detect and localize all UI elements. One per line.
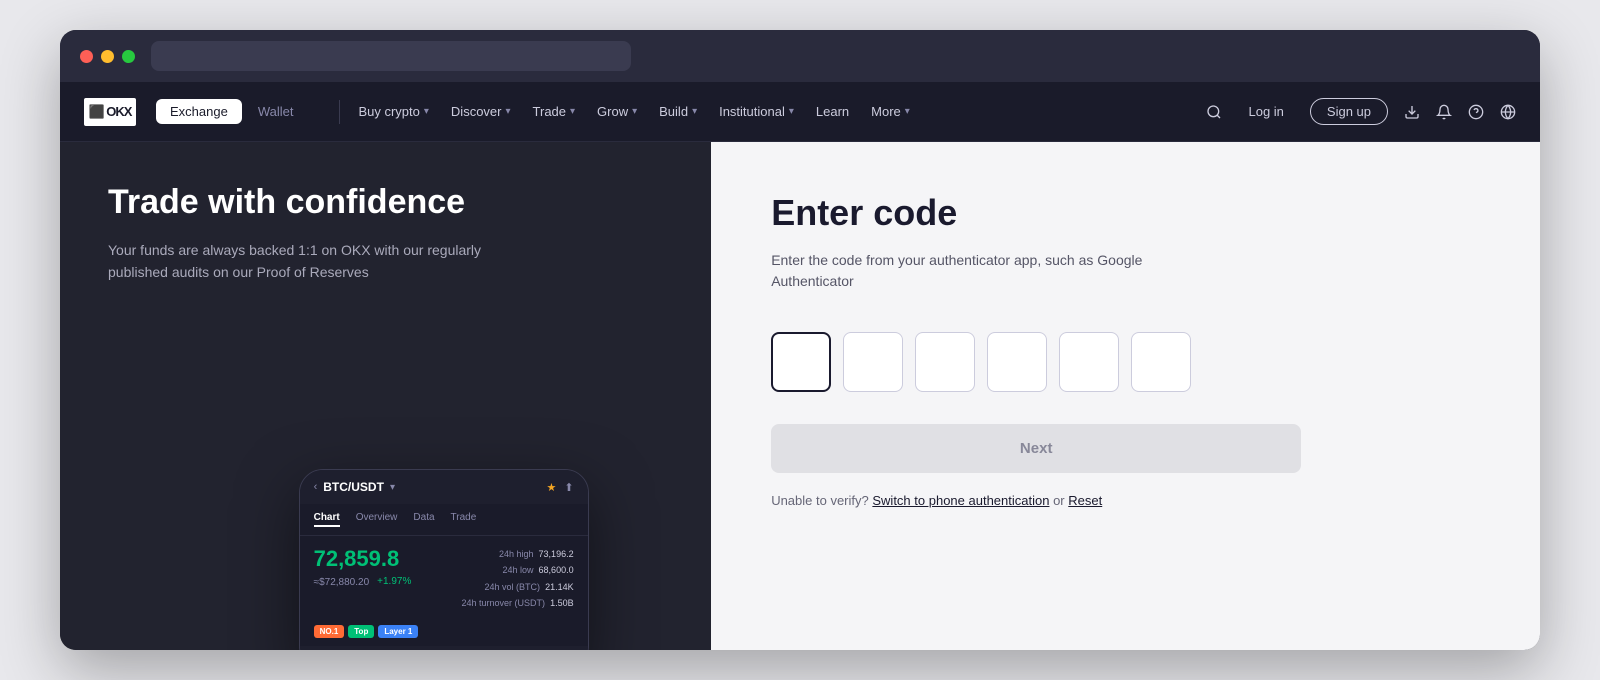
- phone-tabs: Chart Overview Data Trade: [300, 504, 588, 536]
- nav-tabs: Exchange Wallet: [156, 99, 307, 124]
- chevron-down-icon: ▾: [905, 106, 910, 117]
- phone-header: ‹ BTC/USDT ▾ ★ ⬆: [300, 470, 588, 504]
- traffic-light-yellow[interactable]: [101, 50, 114, 63]
- code-digit-1[interactable]: [771, 332, 831, 392]
- tab-wallet[interactable]: Wallet: [244, 99, 308, 124]
- chevron-down-icon: ▾: [789, 106, 794, 117]
- signup-button[interactable]: Sign up: [1310, 98, 1388, 125]
- tag-top: Top: [348, 625, 374, 638]
- verify-text: Unable to verify? Switch to phone authen…: [771, 493, 1480, 508]
- hero-title: Trade with confidence: [108, 182, 663, 223]
- enter-code-title: Enter code: [771, 192, 1480, 234]
- share-icon: ⬆: [564, 481, 573, 494]
- logo[interactable]: ⬛ OKX: [84, 98, 136, 126]
- price-change: +1.97%: [377, 576, 411, 587]
- browser-window: ⬛ OKX Exchange Wallet Buy crypto ▾ Disco…: [60, 30, 1540, 650]
- code-digit-6[interactable]: [1131, 332, 1191, 392]
- big-price: 72,859.8: [314, 546, 412, 572]
- chevron-down-icon: ▾: [570, 106, 575, 117]
- phone-tab-data[interactable]: Data: [413, 512, 434, 527]
- logo-text: ⬛ OKX: [89, 104, 132, 120]
- next-button[interactable]: Next: [771, 424, 1301, 473]
- nav-buy-crypto[interactable]: Buy crypto ▾: [348, 98, 438, 125]
- phone-bottom-bar: 15m 1h 4h 1D More ▾ Indicators ▾: [300, 646, 588, 650]
- nav-divider: [339, 100, 340, 124]
- code-inputs: [771, 332, 1480, 392]
- code-digit-4[interactable]: [987, 332, 1047, 392]
- code-digit-2[interactable]: [843, 332, 903, 392]
- nav-learn[interactable]: Learn: [806, 98, 859, 125]
- switch-to-phone-link[interactable]: Switch to phone authentication: [872, 493, 1049, 508]
- phone-tags: NO.1 Top Layer 1: [300, 621, 588, 646]
- traffic-light-green[interactable]: [122, 50, 135, 63]
- nav-build[interactable]: Build ▾: [649, 98, 707, 125]
- search-icon[interactable]: [1206, 104, 1222, 120]
- price-usd: ≈$72,880.20: [314, 577, 370, 588]
- phone-tab-trade[interactable]: Trade: [451, 512, 477, 527]
- tag-layer1: Layer 1: [378, 625, 418, 638]
- nav-institutional[interactable]: Institutional ▾: [709, 98, 804, 125]
- login-button[interactable]: Log in: [1238, 98, 1293, 125]
- logo-box: ⬛ OKX: [84, 98, 136, 126]
- browser-chrome: [60, 30, 1540, 82]
- nav-discover[interactable]: Discover ▾: [441, 98, 521, 125]
- phone-tab-overview[interactable]: Overview: [356, 512, 398, 527]
- star-icon: ★: [547, 481, 557, 494]
- phone-icons: ★ ⬆: [547, 481, 574, 494]
- right-panel: Enter code Enter the code from your auth…: [711, 142, 1540, 650]
- nav-menu: Buy crypto ▾ Discover ▾ Trade ▾ Grow ▾ B…: [348, 98, 1206, 125]
- address-bar[interactable]: [151, 41, 631, 71]
- tag-no1: NO.1: [314, 625, 345, 638]
- hero-subtitle: Your funds are always backed 1:1 on OKX …: [108, 239, 488, 284]
- split-content: Trade with confidence Your funds are alw…: [60, 142, 1540, 650]
- enter-code-description: Enter the code from your authenticator a…: [771, 250, 1211, 292]
- code-digit-3[interactable]: [915, 332, 975, 392]
- phone-tab-chart[interactable]: Chart: [314, 512, 340, 527]
- nav-actions: Log in Sign up: [1206, 98, 1516, 125]
- nav-grow[interactable]: Grow ▾: [587, 98, 647, 125]
- reset-link[interactable]: Reset: [1068, 493, 1102, 508]
- chevron-down-icon: ▾: [692, 106, 697, 117]
- nav-trade[interactable]: Trade ▾: [523, 98, 586, 125]
- nav-more[interactable]: More ▾: [861, 98, 920, 125]
- bell-icon[interactable]: [1436, 104, 1452, 120]
- navbar: ⬛ OKX Exchange Wallet Buy crypto ▾ Disco…: [60, 82, 1540, 142]
- download-icon[interactable]: [1404, 104, 1420, 120]
- phone-container: ‹ BTC/USDT ▾ ★ ⬆ Chart O: [299, 469, 589, 650]
- left-panel: Trade with confidence Your funds are alw…: [60, 142, 711, 650]
- chevron-down-icon: ▾: [424, 106, 429, 117]
- phone-mockup: ‹ BTC/USDT ▾ ★ ⬆ Chart O: [299, 469, 589, 650]
- traffic-light-red[interactable]: [80, 50, 93, 63]
- tab-exchange[interactable]: Exchange: [156, 99, 242, 124]
- globe-icon[interactable]: [1500, 104, 1516, 120]
- phone-price-area: 72,859.8 ≈$72,880.20 +1.97% 24h high 73,…: [300, 536, 588, 621]
- price-stats: 24h high 73,196.2 24h low 68,600.0 24h v…: [462, 546, 574, 611]
- help-icon[interactable]: [1468, 104, 1484, 120]
- pair-name: BTC/USDT: [323, 480, 384, 494]
- chevron-down-icon: ▾: [632, 106, 637, 117]
- browser-content: ⬛ OKX Exchange Wallet Buy crypto ▾ Disco…: [60, 82, 1540, 650]
- chevron-down-icon: ▾: [506, 106, 511, 117]
- code-digit-5[interactable]: [1059, 332, 1119, 392]
- traffic-lights: [80, 50, 135, 63]
